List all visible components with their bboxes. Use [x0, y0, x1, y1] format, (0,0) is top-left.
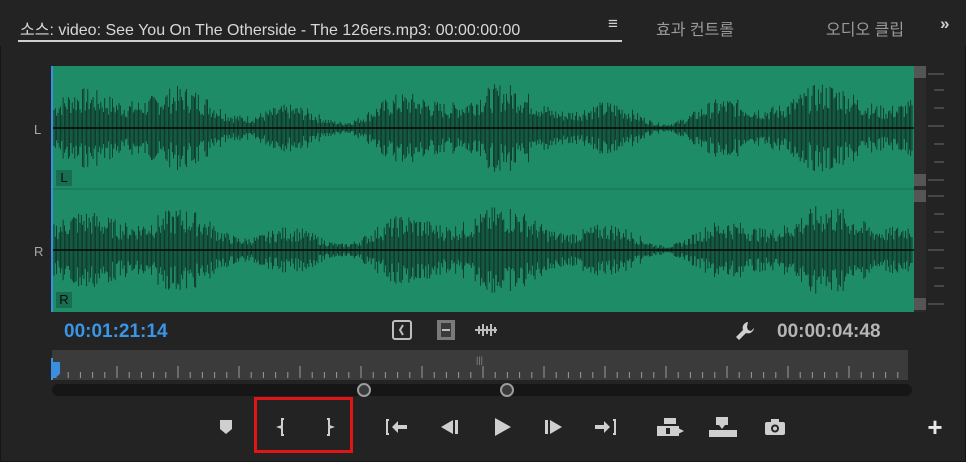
zoom-handle-left[interactable]: [357, 383, 371, 397]
wrench-icon[interactable]: [734, 320, 756, 340]
ruler-ticks: |||: [55, 355, 899, 378]
waveform-svg: [52, 84, 914, 294]
panel-menu-icon[interactable]: ≡: [608, 14, 618, 34]
go-to-out-icon: [595, 419, 616, 435]
step-forward-button[interactable]: [541, 414, 567, 440]
step-forward-icon: [545, 420, 562, 434]
playhead-marker[interactable]: [51, 358, 61, 380]
time-ruler[interactable]: |||: [52, 350, 908, 380]
insert-icon: [657, 418, 684, 436]
playhead-left-edge: [51, 66, 53, 312]
zoom-handle-right[interactable]: [500, 383, 514, 397]
drag-video-icon[interactable]: [392, 320, 412, 340]
camera-icon: [765, 419, 785, 435]
step-back-button[interactable]: [436, 414, 462, 440]
active-tab-underline: [18, 40, 622, 42]
step-back-icon: [441, 420, 458, 434]
audio-level-meter[interactable]: [914, 66, 952, 312]
plus-icon[interactable]: +: [922, 412, 948, 442]
panel-tab-bar: 소스: video: See You On The Otherside - Th…: [0, 0, 966, 46]
film-strip-icon[interactable]: [436, 320, 456, 340]
right-channel-label: R: [34, 244, 44, 259]
go-to-in-icon: [386, 419, 407, 435]
audio-waveform-display[interactable]: [52, 66, 914, 312]
audio-waveform-icon[interactable]: [474, 320, 498, 340]
marker-icon: [220, 420, 232, 434]
left-channel-label: L: [34, 122, 42, 137]
ruler-center-mark: |||: [476, 355, 483, 365]
tab-overflow-icon[interactable]: »: [940, 14, 949, 34]
mark-in-out-highlight: [254, 397, 353, 453]
add-marker-button[interactable]: [213, 414, 239, 440]
go-to-in-button[interactable]: [384, 414, 410, 440]
play-button[interactable]: [489, 414, 515, 440]
play-icon: [495, 418, 511, 436]
right-channel-tag: R: [56, 292, 72, 308]
playhead-timecode[interactable]: 00:01:21:14: [64, 321, 168, 343]
overwrite-icon: [709, 417, 737, 437]
tab-audio-clip-mixer[interactable]: 오디오 클립 믹서: [826, 16, 908, 40]
duration-timecode: 00:00:04:48: [777, 321, 881, 342]
go-to-out-button[interactable]: [592, 414, 618, 440]
export-frame-button[interactable]: [762, 414, 788, 440]
tab-effect-controls[interactable]: 효과 컨트롤: [656, 16, 734, 40]
left-channel-tag: L: [56, 170, 72, 186]
tab-source[interactable]: 소스: video: See You On The Otherside - Th…: [20, 16, 520, 40]
zoom-scroll-bar[interactable]: [52, 384, 912, 396]
overwrite-button[interactable]: [708, 414, 738, 440]
insert-button[interactable]: [656, 414, 686, 440]
